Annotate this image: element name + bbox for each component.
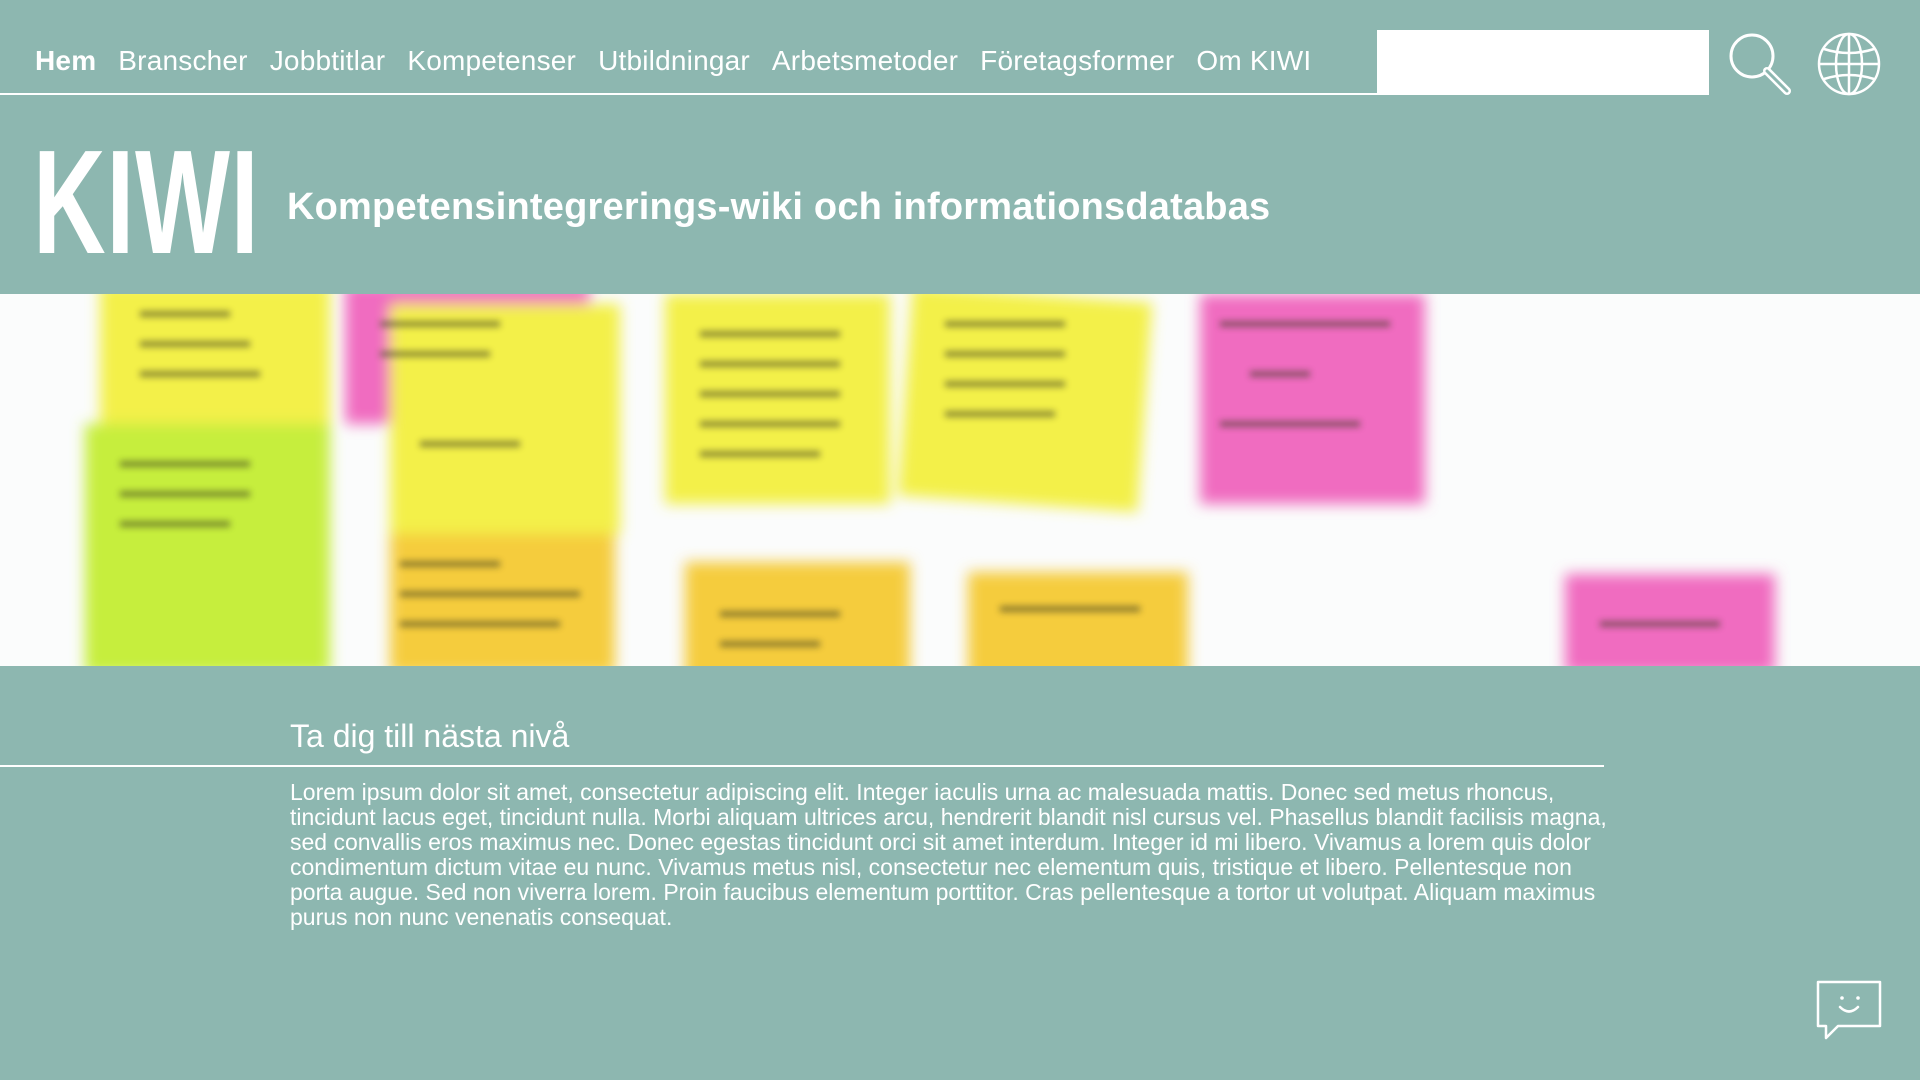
search-icon bbox=[1729, 33, 1791, 95]
globe-icon bbox=[1817, 32, 1881, 96]
nav-item-hem[interactable]: Hem bbox=[35, 45, 96, 77]
section-divider bbox=[0, 765, 1604, 767]
nav-links: Hem Branscher Jobbtitlar Kompetenser Utb… bbox=[35, 45, 1333, 77]
nav-item-utbildningar[interactable]: Utbildningar bbox=[598, 45, 750, 77]
chat-button[interactable] bbox=[1816, 980, 1882, 1040]
nav-item-branscher[interactable]: Branscher bbox=[118, 45, 247, 77]
chat-icon bbox=[1816, 980, 1882, 1040]
nav-divider bbox=[0, 93, 1377, 95]
nav-item-foretagsformer[interactable]: Företagsformer bbox=[980, 45, 1174, 77]
top-navigation: Hem Branscher Jobbtitlar Kompetenser Utb… bbox=[0, 0, 1920, 98]
site-logo[interactable]: KIWI bbox=[33, 129, 259, 277]
site-tagline: Kompetensintegrerings-wiki och informati… bbox=[287, 186, 1271, 228]
search-button[interactable] bbox=[1726, 30, 1794, 98]
sticky-notes-photo bbox=[0, 294, 1920, 666]
section-body-text: Lorem ipsum dolor sit amet, consectetur … bbox=[290, 779, 1607, 930]
hero-image bbox=[0, 294, 1920, 666]
search-input[interactable] bbox=[1377, 30, 1709, 95]
nav-item-kompetenser[interactable]: Kompetenser bbox=[407, 45, 576, 77]
language-button[interactable] bbox=[1815, 30, 1883, 98]
nav-item-arbetsmetoder[interactable]: Arbetsmetoder bbox=[772, 45, 958, 77]
nav-item-jobbtitlar[interactable]: Jobbtitlar bbox=[270, 45, 386, 77]
section-title: Ta dig till nästa nivå bbox=[290, 718, 570, 754]
nav-item-om-kiwi[interactable]: Om KIWI bbox=[1196, 45, 1311, 77]
